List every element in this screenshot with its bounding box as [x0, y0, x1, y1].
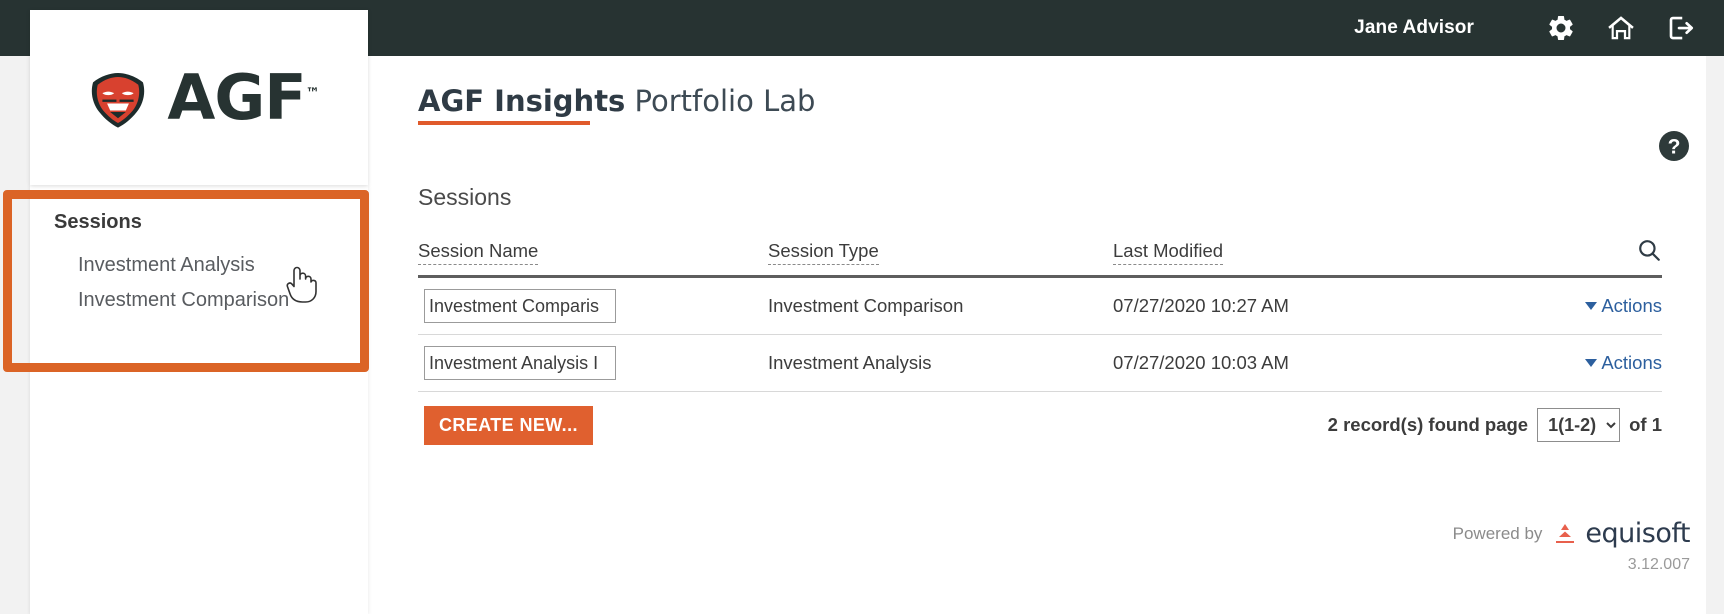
page-title-strong: AGF Insights	[418, 84, 626, 118]
trademark-symbol: ™	[305, 84, 320, 101]
sessions-table: Session Name Session Type Last Modified …	[418, 240, 1662, 454]
svg-text:?: ?	[1668, 136, 1681, 159]
page-gutter-left	[0, 56, 30, 614]
application-window: Jane Advisor AGF™ Sessions Investment An…	[0, 0, 1724, 614]
page-total-label: of 1	[1629, 414, 1662, 435]
search-icon[interactable]	[1636, 237, 1662, 263]
actions-label: Actions	[1601, 295, 1662, 316]
session-name-input[interactable]	[424, 289, 616, 323]
column-header-session-type[interactable]: Session Type	[768, 240, 879, 265]
home-icon[interactable]	[1604, 11, 1638, 45]
sidebar-title: Sessions	[54, 211, 142, 233]
table-footer: CREATE NEW... 2 record(s) found page 1(1…	[418, 392, 1662, 454]
column-header-last-modified[interactable]: Last Modified	[1113, 240, 1224, 265]
section-heading: Sessions	[418, 184, 512, 210]
hand-cursor-icon	[286, 266, 317, 303]
version-label: 3.12.007	[1627, 556, 1690, 573]
column-header-session-name[interactable]: Session Name	[418, 240, 539, 265]
equisoft-mark-icon	[1556, 523, 1575, 543]
pagination-controls: 2 record(s) found page 1(1-2) of 1	[1328, 408, 1662, 442]
session-name-input[interactable]	[424, 346, 616, 380]
user-name-label: Jane Advisor	[1354, 17, 1474, 38]
create-new-button[interactable]: CREATE NEW...	[424, 406, 593, 445]
page-gutter-right	[1706, 56, 1724, 614]
page-title: AGF Insights Portfolio Lab	[418, 84, 815, 118]
brand-logo-panel[interactable]: AGF™	[30, 10, 368, 185]
table-row: Investment Comparison 07/27/2020 10:27 A…	[418, 278, 1662, 335]
sidebar-panel: Sessions Investment Analysis Investment …	[30, 185, 368, 614]
last-modified-value: 07/27/2020 10:27 AM	[1113, 295, 1289, 316]
main-content: AGF Insights Portfolio Lab ? Sessions Se…	[410, 56, 1706, 614]
page-select[interactable]: 1(1-2)	[1537, 408, 1621, 442]
session-type-value: Investment Analysis	[768, 352, 932, 373]
actions-label: Actions	[1601, 352, 1662, 373]
chevron-down-icon	[1585, 359, 1598, 367]
powered-by-block: Powered by equisoft	[1452, 518, 1691, 549]
page-title-underline	[418, 121, 590, 125]
chevron-down-icon	[1585, 302, 1598, 310]
gear-icon[interactable]	[1544, 11, 1578, 45]
agf-tiger-logo-icon	[92, 72, 145, 128]
agf-wordmark: AGF™	[167, 66, 320, 129]
last-modified-value: 07/27/2020 10:03 AM	[1113, 352, 1289, 373]
records-found-label: 2 record(s) found page	[1327, 414, 1529, 435]
table-header-row: Session Name Session Type Last Modified	[418, 240, 1662, 278]
help-icon[interactable]: ?	[1658, 130, 1690, 162]
actions-dropdown[interactable]: Actions	[1585, 295, 1662, 317]
sidebar-item-investment-analysis[interactable]: Investment Analysis	[54, 248, 368, 283]
session-type-value: Investment Comparison	[768, 295, 964, 316]
powered-by-label: Powered by	[1452, 523, 1543, 543]
agf-wordmark-text: AGF	[167, 60, 306, 134]
table-row: Investment Analysis 07/27/2020 10:03 AM …	[418, 335, 1662, 392]
sidebar-item-investment-comparison[interactable]: Investment Comparison	[54, 283, 368, 318]
logout-icon[interactable]	[1664, 11, 1698, 45]
page-title-light: Portfolio Lab	[625, 84, 816, 118]
equisoft-wordmark: equisoft	[1585, 518, 1690, 549]
actions-dropdown[interactable]: Actions	[1585, 352, 1662, 374]
equisoft-logo: equisoft	[1552, 518, 1690, 549]
